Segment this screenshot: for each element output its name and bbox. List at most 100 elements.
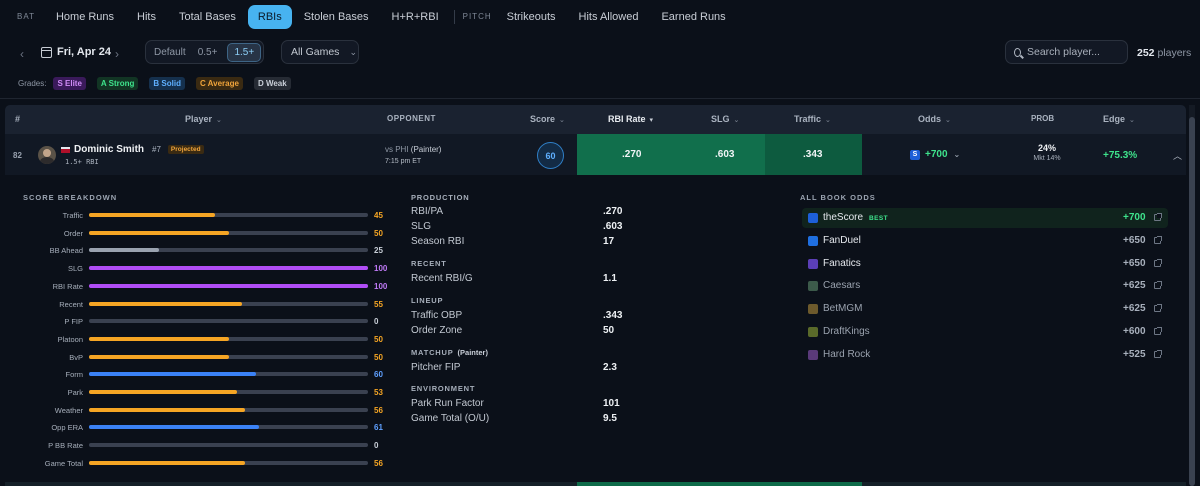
game-time: 7:15 pm ET bbox=[385, 158, 422, 165]
col-edge[interactable]: Edge ⌄ bbox=[1103, 114, 1135, 124]
external-link-icon[interactable] bbox=[1154, 213, 1162, 221]
bat-group-label: BAT bbox=[17, 12, 35, 21]
tab-divider bbox=[453, 9, 455, 24]
threshold-default[interactable]: Default bbox=[154, 47, 186, 58]
score-badge: 60 bbox=[537, 142, 564, 169]
book-row[interactable]: Hard Rock +525 bbox=[802, 345, 1168, 365]
col-player[interactable]: Player ⌄ bbox=[185, 114, 222, 124]
external-link-icon[interactable] bbox=[1154, 349, 1162, 358]
col-odds-label: Odds bbox=[918, 114, 942, 124]
tab-total-bases[interactable]: Total Bases bbox=[179, 6, 236, 28]
tab-home-runs[interactable]: Home Runs bbox=[56, 6, 114, 28]
breakdown-value: 0 bbox=[374, 441, 379, 451]
breakdown-bar-track bbox=[89, 248, 368, 253]
breakdown-value: 100 bbox=[374, 264, 388, 274]
external-link-icon[interactable] bbox=[1154, 304, 1162, 313]
player-name[interactable]: Dominic Smith bbox=[74, 144, 144, 155]
breakdown-label: Traffic bbox=[62, 211, 83, 220]
threshold-1-5[interactable]: 1.5+ bbox=[227, 42, 262, 62]
divider bbox=[0, 98, 1200, 99]
book-name-text: Fanatics bbox=[823, 257, 861, 269]
breakdown-label: BvP bbox=[69, 352, 83, 362]
book-name-text: BetMGM bbox=[823, 303, 863, 315]
traffic-obp-value: .343 bbox=[603, 310, 623, 321]
odds-cell[interactable]: S +700 ⌄ bbox=[910, 149, 960, 160]
book-row[interactable]: DraftKings +600 bbox=[802, 322, 1168, 342]
book-row[interactable]: theScore BEST +700 bbox=[802, 208, 1168, 228]
book-logo-icon bbox=[808, 213, 818, 223]
prev-date-icon[interactable]: ‹ bbox=[20, 47, 24, 61]
breakdown-label: RBI Rate bbox=[52, 281, 83, 291]
breakdown-bar-track bbox=[89, 460, 368, 465]
col-rank: # bbox=[15, 114, 21, 124]
breakdown-row: P BB Rate 0 bbox=[20, 440, 392, 452]
breakdown-value: 50 bbox=[374, 352, 383, 362]
col-score-label: Score bbox=[530, 114, 556, 124]
breakdown-bar-fill bbox=[89, 460, 246, 465]
breakdown-label: P FIP bbox=[64, 317, 83, 327]
breakdown-bar-track bbox=[89, 319, 368, 324]
book-row[interactable]: Caesars +625 bbox=[802, 276, 1168, 296]
col-traffic[interactable]: Traffic ⌄ bbox=[794, 114, 831, 124]
breakdown-value: 25 bbox=[374, 246, 383, 256]
search-input[interactable] bbox=[1027, 46, 1127, 58]
book-row[interactable]: BetMGM +625 bbox=[802, 299, 1168, 319]
grade-pills: S Elite A Strong B Solid C Average D Weak bbox=[53, 77, 301, 90]
date-picker[interactable]: Fri, Apr 24 bbox=[41, 46, 111, 58]
chevron-down-icon: ⌄ bbox=[953, 150, 961, 159]
breakdown-label: Opp ERA bbox=[51, 423, 83, 433]
book-logo-icon bbox=[808, 349, 818, 360]
col-score[interactable]: Score ⌄ bbox=[530, 114, 565, 124]
traffic-obp-label: Traffic OBP bbox=[411, 310, 463, 321]
table-header: # Player ⌄ OPPONENT Score ⌄ RBI Rate ▾ SLG ⌄… bbox=[5, 105, 1186, 134]
tab-h-r-rbi[interactable]: H+R+RBI bbox=[392, 6, 439, 28]
next-date-icon[interactable]: › bbox=[115, 47, 119, 61]
col-prob: PROB bbox=[1031, 114, 1055, 123]
breakdown-row: Recent 55 bbox=[20, 299, 392, 311]
breakdown-bar-fill bbox=[89, 230, 229, 235]
tab-rbis[interactable]: RBIs bbox=[247, 4, 292, 29]
grade-pill: B Solid bbox=[149, 77, 185, 90]
external-link-icon[interactable] bbox=[1154, 281, 1162, 290]
chevron-down-icon: ⌄ bbox=[349, 46, 357, 57]
collapse-row-icon[interactable]: ︿ bbox=[1173, 149, 1182, 162]
breakdown-value: 0 bbox=[374, 317, 379, 327]
next-row-highlight bbox=[577, 482, 862, 486]
breakdown-row: Traffic 45 bbox=[20, 210, 392, 222]
breakdown-bar-track bbox=[89, 283, 368, 288]
external-link-icon[interactable] bbox=[1154, 327, 1162, 335]
games-filter-select[interactable]: All Games ⌄ bbox=[281, 40, 359, 64]
tab-earned-runs[interactable]: Earned Runs bbox=[661, 6, 725, 28]
col-odds[interactable]: Odds ⌄ bbox=[918, 114, 951, 124]
external-link-icon[interactable] bbox=[1154, 258, 1162, 267]
odds-value: +700 bbox=[925, 149, 948, 160]
breakdown-row: Game Total 56 bbox=[20, 458, 392, 470]
game-total-value: 9.5 bbox=[603, 413, 617, 424]
tab-stolen-bases[interactable]: Stolen Bases bbox=[304, 6, 369, 28]
book-row[interactable]: FanDuel +650 bbox=[802, 231, 1168, 251]
book-row[interactable]: Fanatics +650 bbox=[802, 254, 1168, 274]
order-zone-value: 50 bbox=[603, 325, 615, 336]
external-link-icon[interactable] bbox=[1154, 235, 1162, 244]
breakdown-bar-fill bbox=[89, 407, 246, 412]
tab-hits[interactable]: Hits bbox=[137, 6, 156, 28]
col-rbi-rate[interactable]: RBI Rate ▾ bbox=[608, 114, 653, 124]
breakdown-bar-fill bbox=[89, 354, 229, 359]
season-rbi-value: 17 bbox=[603, 236, 615, 247]
sort-icon: ⌄ bbox=[733, 117, 740, 124]
book-name-text: theScore bbox=[823, 212, 864, 223]
breakdown-value: 45 bbox=[374, 211, 383, 220]
player-name-block: Dominic Smith #7 Projected bbox=[61, 144, 204, 155]
tab-strikeouts[interactable]: Strikeouts bbox=[507, 6, 556, 28]
col-slg[interactable]: SLG ⌄ bbox=[711, 114, 739, 124]
book-name: DraftKings bbox=[823, 326, 870, 337]
grade-pill: A Strong bbox=[96, 77, 139, 90]
controls-bar: ‹ Fri, Apr 24 › Default 0.5+ 1.5+ All Ga… bbox=[0, 38, 1200, 68]
table-row[interactable]: 82 Dominic Smith #7 Projected 1.5+ RBI v… bbox=[5, 134, 1186, 175]
scrollbar-thumb[interactable] bbox=[1189, 117, 1195, 486]
book-odds: +525 bbox=[1123, 348, 1146, 360]
tab-hits-allowed[interactable]: Hits Allowed bbox=[579, 6, 639, 28]
threshold-0-5[interactable]: 0.5+ bbox=[198, 47, 218, 58]
matchup-title: MATCHUP (Painter) bbox=[411, 348, 488, 357]
player-rank: 82 bbox=[13, 151, 22, 160]
